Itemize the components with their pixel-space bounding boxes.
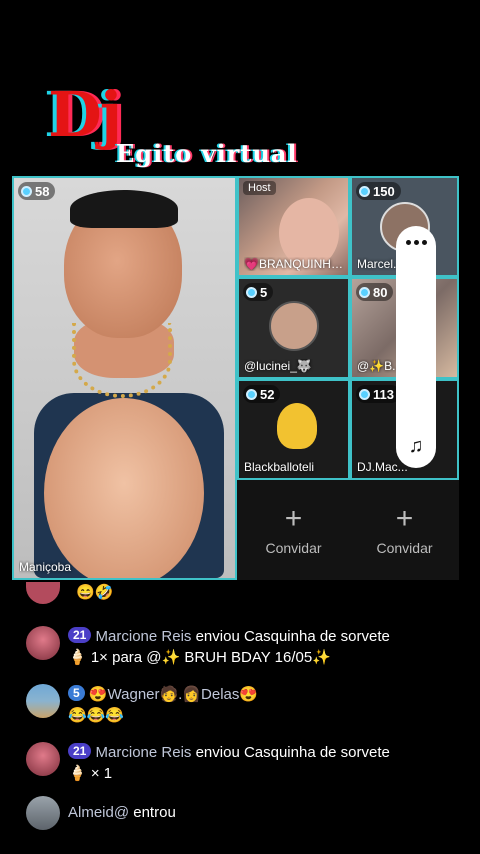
seat-dot-icon: [21, 185, 32, 197]
invite-label: Convidar: [265, 540, 322, 556]
seat-name: @lucinei_🐺: [244, 359, 312, 373]
message-text: 21 Marcione Reis enviou Casquinha de sor…: [68, 626, 390, 668]
chat-message: 21 Marcione Reis enviou Casquinha de sor…: [26, 742, 472, 784]
level-badge: 5: [68, 685, 85, 701]
message-body: 😂😂😂: [68, 707, 125, 724]
seat-count: 52: [260, 386, 275, 402]
seat-tile[interactable]: 52 Blackballoteli: [237, 379, 350, 480]
seat-count: 113: [373, 386, 394, 402]
message-text: 😄🤣: [76, 584, 114, 601]
music-note-icon[interactable]: ♫: [409, 435, 424, 458]
seat-avatar: [269, 301, 319, 351]
join-action: entrou: [133, 804, 176, 821]
more-dots-icon[interactable]: [405, 240, 427, 245]
message-text: Almeid@ entrou: [68, 796, 176, 830]
host-chain: [72, 323, 172, 398]
seat-badge: 52: [243, 385, 281, 403]
message-text: 21 Marcione Reis enviou Casquinha de sor…: [68, 742, 390, 784]
username[interactable]: Marcione Reis: [96, 628, 192, 645]
seat-grid: 58 Maniçoba Host 💗BRANQUINHA... 150 Marc…: [12, 176, 459, 580]
seat-avatar: [277, 403, 317, 449]
host-seat-tile[interactable]: 58 Maniçoba: [12, 176, 237, 580]
logo-subtitle: Egito virtual: [116, 139, 298, 168]
username[interactable]: Almeid@: [68, 804, 129, 821]
logo-title: Dj: [48, 78, 122, 151]
plus-icon: +: [284, 502, 303, 535]
level-badge: 21: [68, 743, 92, 759]
username[interactable]: Marcione Reis: [96, 744, 192, 761]
chat-message: 5 😍Wagner🧑.👩Delas😍 😂😂😂: [26, 684, 472, 726]
seat-count: 5: [260, 284, 268, 300]
seat-count: 150: [373, 183, 395, 199]
seat-dot-icon: [359, 185, 370, 197]
room-logo: Dj Egito virtual: [40, 82, 370, 172]
seat-count: 58: [35, 183, 50, 199]
seat-name: Maniçoba: [19, 560, 72, 574]
gift-detail: 🍦 1× para @✨ BRUH BDAY 16/05✨: [68, 649, 331, 666]
chat-message: 21 Marcione Reis enviou Casquinha de sor…: [26, 626, 472, 668]
host-badge: Host: [243, 181, 276, 195]
seat-dot-icon: [359, 286, 370, 298]
host-belly: [44, 398, 204, 578]
seat-name: Blackballoteli: [244, 460, 315, 474]
host-hair: [70, 190, 178, 228]
chat-message: 😄🤣: [26, 582, 472, 604]
gift-action: enviou Casquinha de sorvete: [195, 628, 390, 645]
seat-badge: 80: [356, 283, 394, 301]
message-text: 5 😍Wagner🧑.👩Delas😍 😂😂😂: [68, 684, 258, 726]
floating-panel[interactable]: ♫: [396, 226, 436, 468]
invite-seat-button[interactable]: + Convidar: [237, 480, 350, 580]
username[interactable]: 😍Wagner🧑.👩Delas😍: [89, 686, 258, 703]
seat-badge: 150: [356, 182, 401, 200]
invite-seat-button[interactable]: + Convidar: [350, 480, 459, 580]
level-badge: 21: [68, 627, 92, 643]
seat-badge: 58: [18, 182, 56, 200]
seat-badge: 5: [243, 283, 274, 301]
avatar[interactable]: [26, 796, 60, 830]
seat-tile[interactable]: 5 @lucinei_🐺: [237, 277, 350, 379]
avatar[interactable]: [26, 626, 60, 660]
seat-dot-icon: [246, 286, 257, 298]
seat-count: 80: [373, 284, 388, 300]
avatar[interactable]: [26, 684, 60, 718]
chat-message: Almeid@ entrou: [26, 796, 472, 830]
invite-label: Convidar: [376, 540, 433, 556]
avatar[interactable]: [26, 742, 60, 776]
seat-dot-icon: [246, 388, 257, 400]
chat-feed: 😄🤣 21 Marcione Reis enviou Casquinha de …: [0, 580, 480, 854]
seat-tile-host[interactable]: Host 💗BRANQUINHA...: [237, 176, 350, 277]
seat-dot-icon: [359, 388, 370, 400]
seat-badge: 113: [356, 385, 400, 403]
seat-name: 💗BRANQUINHA...: [244, 257, 344, 271]
plus-icon: +: [395, 502, 414, 535]
gift-detail: 🍦 × 1: [68, 765, 113, 782]
avatar[interactable]: [26, 582, 60, 604]
gift-action: enviou Casquinha de sorvete: [195, 744, 390, 761]
